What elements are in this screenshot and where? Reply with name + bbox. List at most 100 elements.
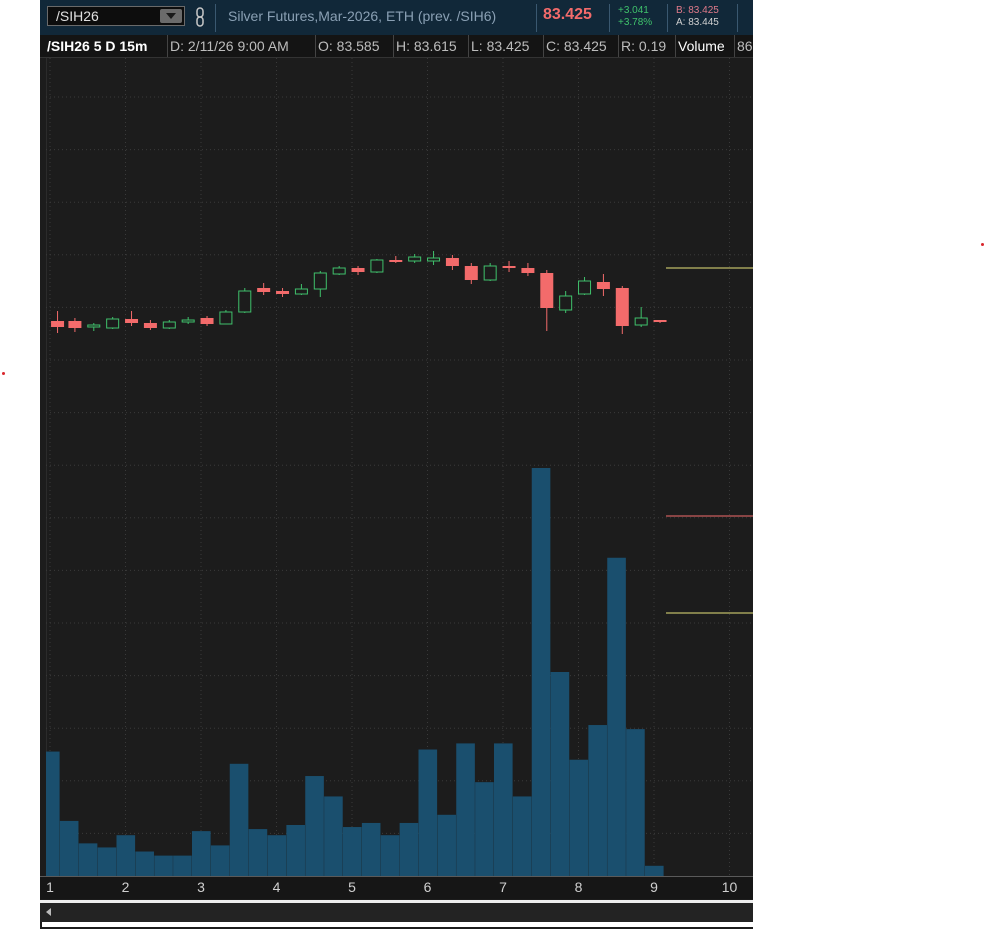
volume-bar bbox=[343, 827, 362, 876]
volume-bar bbox=[645, 865, 664, 876]
candle-body-down bbox=[200, 318, 214, 324]
bar-open: O: 83.585 bbox=[315, 35, 380, 57]
candle-body-up bbox=[87, 324, 101, 328]
candle-body-down bbox=[521, 268, 535, 273]
volume-bar bbox=[361, 822, 381, 876]
symbol-text: /SIH26 bbox=[56, 8, 99, 24]
time-axis-tick: 7 bbox=[499, 879, 507, 895]
volume-value: 86 bbox=[734, 35, 753, 57]
last-price: 83.425 bbox=[543, 6, 592, 23]
candle-body-up bbox=[313, 272, 327, 290]
chart-window: /SIH26 Silver Futures,Mar-2026, ETH (pre… bbox=[40, 0, 753, 929]
candle-body-up bbox=[483, 265, 497, 281]
header-divider bbox=[609, 4, 610, 32]
symbol-selector[interactable]: /SIH26 bbox=[47, 6, 185, 26]
chart-title: /SIH26 5 D 15m bbox=[47, 38, 148, 54]
candle-body-up bbox=[162, 321, 176, 329]
ask-price: A: 83.445 bbox=[676, 17, 719, 28]
candle-body-down bbox=[464, 266, 478, 280]
candle-body-down bbox=[615, 288, 629, 326]
candle-body-up bbox=[427, 257, 441, 262]
volume-bar bbox=[210, 845, 230, 876]
volume-bar bbox=[588, 725, 607, 876]
candle-body-up bbox=[238, 290, 252, 313]
volume-bar bbox=[494, 743, 513, 876]
candle-body-up bbox=[106, 318, 120, 329]
time-axis-tick: 10 bbox=[721, 879, 738, 895]
volume-bar bbox=[192, 831, 211, 876]
volume-bar bbox=[512, 796, 532, 876]
time-axis-tick: 6 bbox=[423, 879, 432, 895]
volume-bar bbox=[531, 468, 551, 876]
time-axis-tick: 5 bbox=[348, 879, 356, 895]
red-marker-right bbox=[981, 243, 984, 246]
volume-bar bbox=[59, 820, 79, 876]
candle-body-down bbox=[68, 321, 82, 328]
volume-bar bbox=[97, 847, 117, 876]
candle-body-up bbox=[294, 288, 308, 295]
volume-bar bbox=[116, 835, 136, 876]
candle-body-down bbox=[389, 260, 403, 262]
volume-bar bbox=[456, 743, 475, 876]
chart-plot-area[interactable] bbox=[46, 58, 753, 876]
volume-bar bbox=[418, 749, 438, 876]
volume-bar bbox=[267, 835, 287, 876]
header-divider bbox=[737, 4, 738, 32]
symbol-description: Silver Futures,Mar-2026, ETH (prev. /SIH… bbox=[228, 8, 497, 24]
candle-body-up bbox=[559, 295, 573, 311]
candle-body-down bbox=[143, 323, 157, 328]
candle-body-down bbox=[596, 282, 610, 289]
volume-bar bbox=[399, 822, 419, 876]
volume-bar bbox=[626, 729, 645, 876]
horizontal-scrollbar[interactable] bbox=[40, 900, 753, 922]
volume-bar bbox=[78, 843, 98, 876]
time-axis-tick: 4 bbox=[272, 879, 281, 895]
candle-body-up bbox=[332, 267, 346, 275]
header-divider bbox=[215, 4, 216, 32]
volume-bar bbox=[154, 855, 173, 876]
bar-date: D: 2/11/26 9:00 AM bbox=[167, 35, 289, 57]
volume-bar bbox=[569, 759, 589, 876]
bar-low: L: 83.425 bbox=[468, 35, 529, 57]
candle-body-up bbox=[408, 256, 422, 262]
link-icon[interactable] bbox=[193, 6, 207, 28]
candle-body-down bbox=[351, 268, 365, 272]
volume-bar bbox=[229, 763, 249, 876]
scroll-left-icon[interactable] bbox=[46, 908, 51, 916]
bottom-strip bbox=[40, 922, 753, 929]
candle-body-down bbox=[257, 288, 271, 292]
price-volume-chart[interactable] bbox=[46, 58, 753, 876]
symbol-header: /SIH26 Silver Futures,Mar-2026, ETH (pre… bbox=[40, 0, 753, 36]
time-axis[interactable]: 1 2 3 4 5 6 7 8 9 10 bbox=[40, 876, 753, 899]
red-marker-left bbox=[2, 372, 5, 375]
time-axis-tick: 8 bbox=[574, 879, 583, 895]
header-divider bbox=[536, 4, 537, 32]
time-axis-tick: 9 bbox=[650, 879, 658, 895]
candle-body-down bbox=[540, 273, 554, 308]
candle-body-up bbox=[181, 319, 195, 323]
volume-bar bbox=[437, 814, 456, 876]
chart-info-bar: /SIH26 5 D 15m D: 2/11/26 9:00 AM O: 83.… bbox=[40, 35, 753, 58]
candle-body-down bbox=[445, 258, 459, 266]
volume-label: Volume bbox=[675, 35, 725, 57]
candle-body-up bbox=[578, 280, 592, 295]
volume-bar bbox=[550, 672, 570, 876]
symbol-dropdown-button[interactable] bbox=[160, 9, 182, 23]
volume-bar bbox=[286, 825, 305, 876]
bar-close: C: 83.425 bbox=[543, 35, 607, 57]
candle-body-up bbox=[370, 259, 384, 273]
chevron-down-icon bbox=[166, 13, 176, 19]
candle-body-down bbox=[276, 291, 290, 294]
candle-body-down bbox=[653, 320, 667, 322]
volume-bar bbox=[173, 855, 192, 876]
time-axis-tick: 3 bbox=[197, 879, 205, 895]
volume-bar bbox=[305, 776, 324, 876]
candle-body-down bbox=[502, 266, 516, 268]
percent-change: +3.78% bbox=[618, 17, 653, 28]
volume-bar bbox=[607, 557, 626, 876]
volume-bar bbox=[324, 796, 343, 876]
time-axis-tick: 2 bbox=[121, 879, 130, 895]
net-change: +3.041 bbox=[618, 5, 649, 16]
bar-high: H: 83.615 bbox=[393, 35, 457, 57]
volume-bar bbox=[475, 782, 494, 876]
